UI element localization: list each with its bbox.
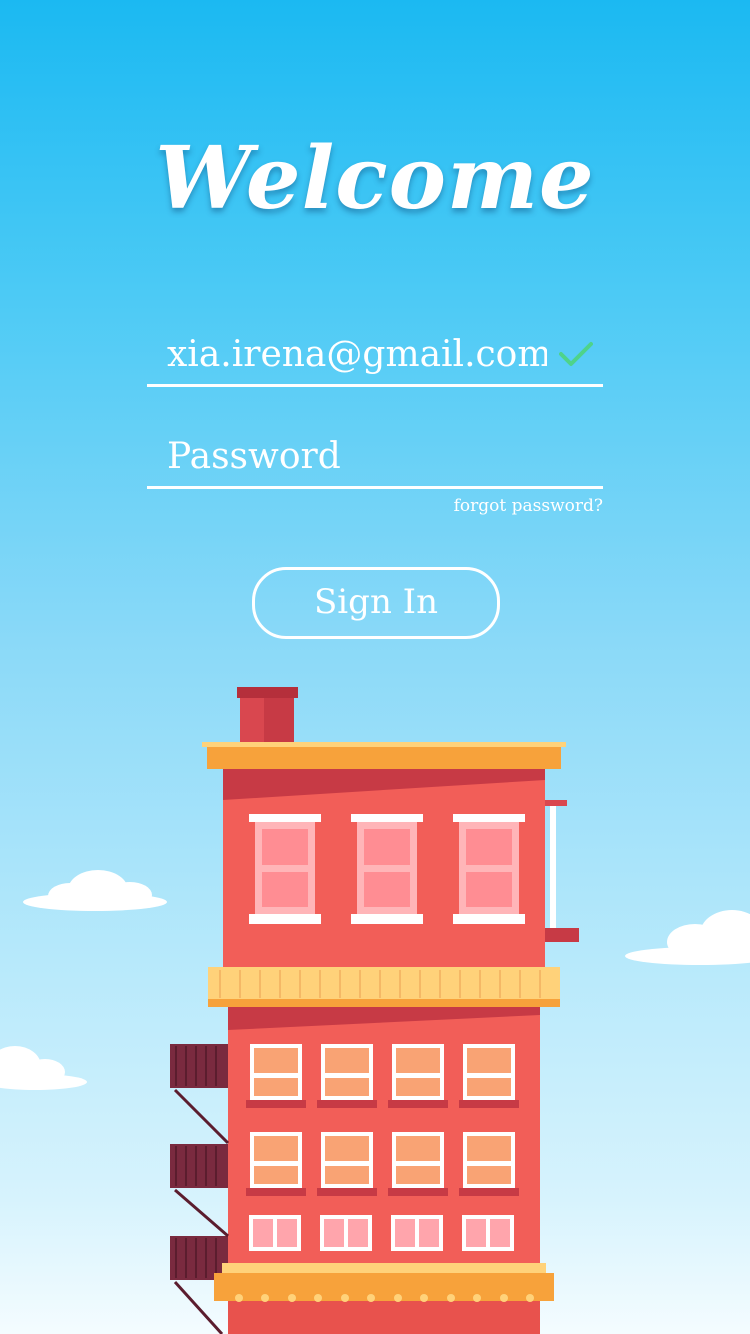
email-input[interactable] bbox=[167, 326, 547, 382]
cloud-icon bbox=[0, 1046, 87, 1090]
password-input[interactable] bbox=[167, 428, 547, 484]
password-field-container bbox=[147, 428, 603, 489]
sign-in-button[interactable]: Sign In bbox=[252, 567, 500, 639]
cloud-icon bbox=[625, 910, 750, 965]
cloud-icon bbox=[23, 870, 167, 911]
email-field-container bbox=[147, 326, 603, 387]
forgot-password-link[interactable]: forgot password? bbox=[454, 496, 603, 516]
check-icon bbox=[559, 342, 593, 366]
welcome-title: Welcome bbox=[155, 128, 595, 229]
building-illustration bbox=[0, 687, 750, 1334]
